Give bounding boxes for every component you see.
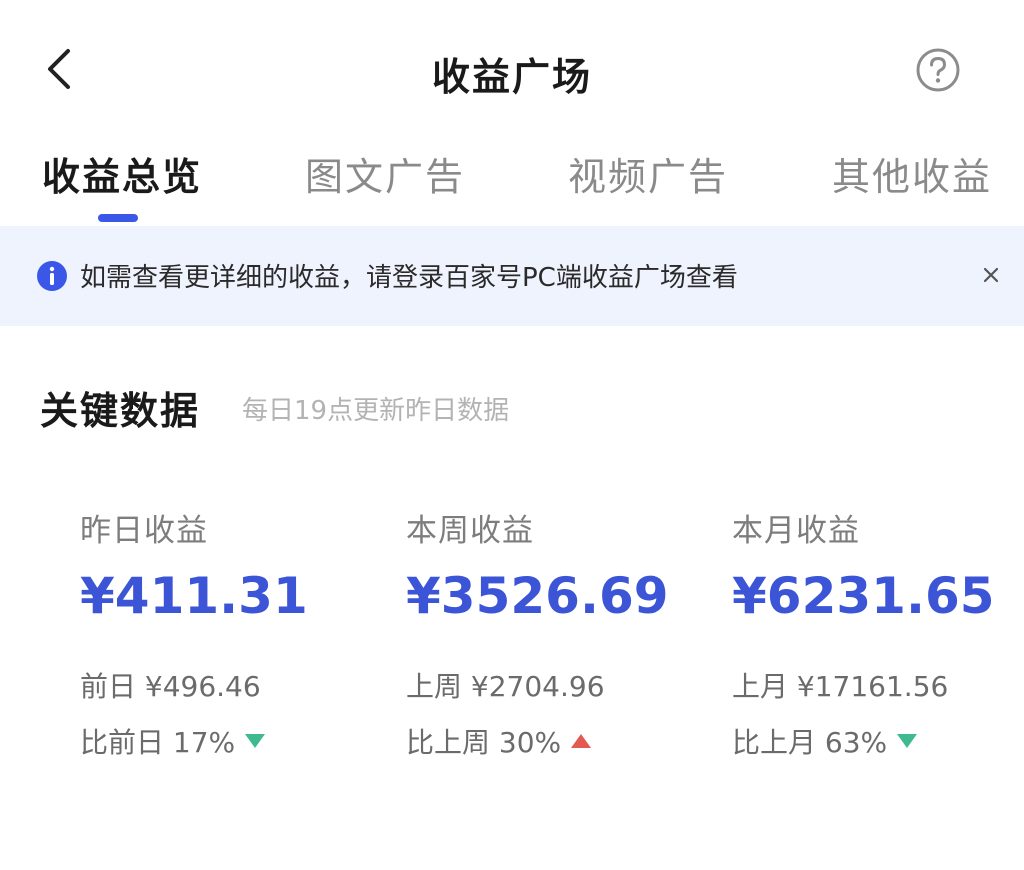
stat-compare-text: 比上周 30% bbox=[406, 726, 562, 759]
stat-compare: 比上月 63% bbox=[732, 721, 918, 761]
page-title: 收益广场 bbox=[431, 55, 592, 99]
stat-yesterday-income: 昨日收益 ¥411.31 前日 ¥496.46 比前日 17% bbox=[80, 505, 380, 775]
trend-down-icon bbox=[245, 734, 266, 748]
stat-month-income: 本月收益 ¥6231.65 上月 ¥17161.56 比上月 63% bbox=[732, 505, 1024, 775]
tab-overview[interactable]: 收益总览 bbox=[42, 146, 202, 201]
stat-compare-text: 比上月 63% bbox=[732, 726, 888, 759]
header: 收益广场 bbox=[0, 0, 1024, 140]
section-subtitle: 每日19点更新昨日数据 bbox=[242, 396, 510, 426]
stat-value: ¥411.31 bbox=[80, 567, 308, 625]
tab-bar: 收益总览 图文广告 视频广告 其他收益 bbox=[0, 140, 1024, 226]
trend-up-icon bbox=[571, 734, 592, 748]
stat-previous: 前日 ¥496.46 bbox=[80, 670, 261, 703]
active-tab-indicator bbox=[98, 214, 138, 222]
section-title: 关键数据 bbox=[40, 389, 201, 433]
stat-value: ¥3526.69 bbox=[406, 567, 669, 625]
stat-previous: 上月 ¥17161.56 bbox=[732, 670, 949, 703]
info-circle-icon bbox=[37, 261, 67, 291]
stat-compare: 比上周 30% bbox=[406, 721, 592, 761]
stat-week-income: 本周收益 ¥3526.69 上周 ¥2704.96 比上周 30% bbox=[406, 505, 706, 775]
close-icon[interactable] bbox=[978, 262, 1004, 288]
help-button[interactable] bbox=[914, 46, 962, 94]
notice-text: 如需查看更详细的收益，请登录百家号PC端收益广场查看 bbox=[80, 263, 738, 293]
stat-compare: 比前日 17% bbox=[80, 721, 266, 761]
tab-video-ads[interactable]: 视频广告 bbox=[568, 146, 728, 201]
stat-label: 本周收益 bbox=[406, 513, 534, 549]
trend-down-icon bbox=[897, 734, 918, 748]
stat-label: 昨日收益 bbox=[80, 513, 208, 549]
stat-compare-text: 比前日 17% bbox=[80, 726, 236, 759]
stat-value: ¥6231.65 bbox=[732, 567, 995, 625]
stat-label: 本月收益 bbox=[732, 513, 860, 549]
tab-image-text-ads[interactable]: 图文广告 bbox=[305, 146, 465, 201]
stat-previous: 上周 ¥2704.96 bbox=[406, 670, 605, 703]
question-circle-icon bbox=[916, 48, 960, 92]
tab-other-income[interactable]: 其他收益 bbox=[832, 146, 992, 201]
